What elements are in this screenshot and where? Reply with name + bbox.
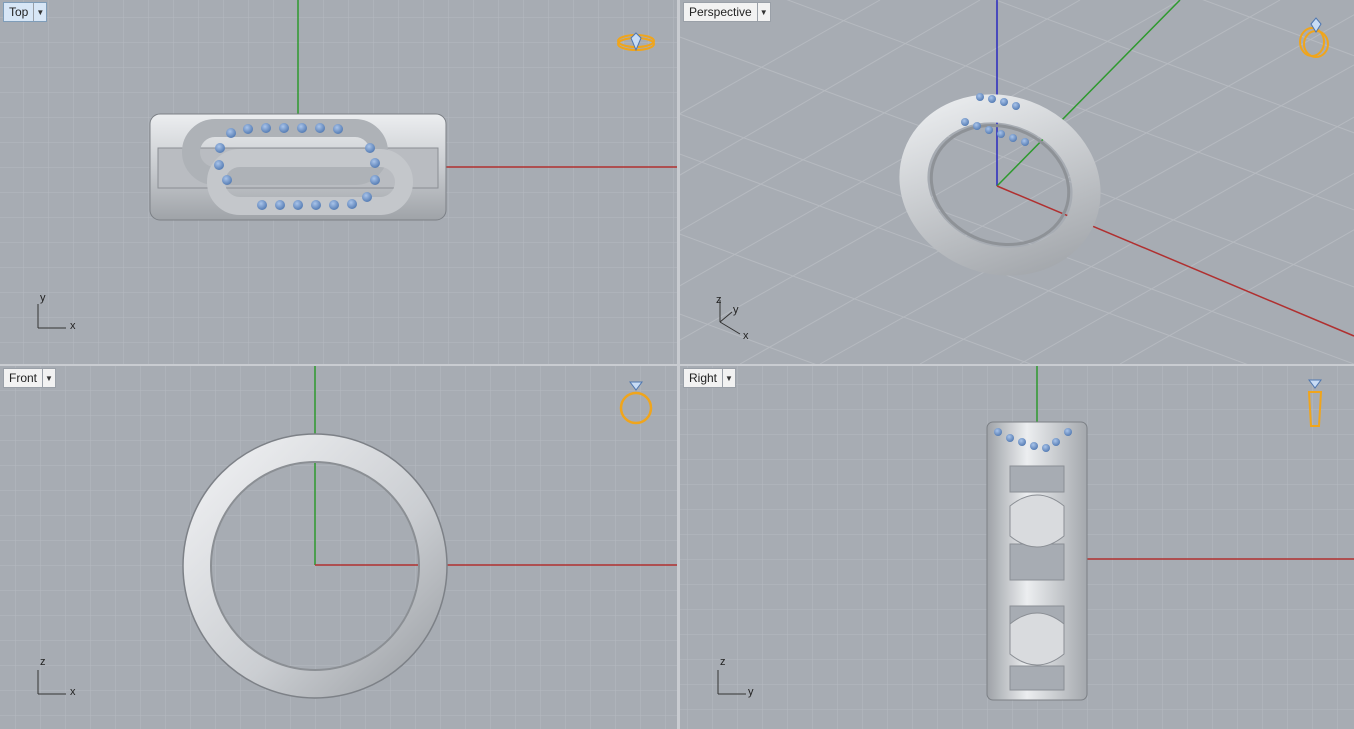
viewport-tab-top[interactable]: Top ▼	[3, 2, 48, 22]
viewport-title: Right	[689, 371, 718, 385]
viewport-right-canvas[interactable]	[680, 366, 1354, 729]
viewport-front-canvas[interactable]	[0, 366, 677, 729]
viewport-top-canvas[interactable]	[0, 0, 677, 364]
viewport-tab-front[interactable]: Front ▼	[3, 368, 57, 388]
axis-label-v: z	[720, 656, 726, 668]
axis-label-z: z	[716, 294, 722, 306]
viewport-tab-right[interactable]: Right ▼	[683, 368, 737, 388]
chevron-down-icon[interactable]: ▼	[33, 3, 46, 21]
viewport-title: Top	[9, 5, 29, 19]
viewport-perspective[interactable]: Perspective ▼ x y z	[680, 0, 1354, 364]
axis-label-v: y	[40, 292, 46, 304]
viewport-top[interactable]: Top ▼ x y	[0, 0, 677, 364]
ring-model-right[interactable]	[986, 421, 1088, 701]
ring-model-top[interactable]	[149, 113, 447, 221]
axis-label-h: x	[743, 330, 749, 342]
chevron-down-icon[interactable]: ▼	[756, 3, 770, 21]
viewport-perspective-canvas[interactable]	[680, 0, 1354, 364]
viewport-title: Front	[9, 371, 38, 385]
viewport-right[interactable]: Right ▼ y z	[680, 366, 1354, 729]
axis-label-h: y	[748, 686, 754, 698]
ring-top-view-icon[interactable]	[614, 30, 658, 56]
chevron-down-icon[interactable]: ▼	[42, 369, 55, 387]
viewport-title: Perspective	[689, 5, 752, 19]
axis-label-v: z	[40, 656, 46, 668]
chevron-down-icon[interactable]: ▼	[722, 369, 735, 387]
axis-label-v: y	[733, 304, 739, 316]
axis-label-h: x	[70, 320, 76, 332]
ring-front-view-icon[interactable]	[616, 376, 656, 428]
ring-perspective-icon[interactable]	[1294, 14, 1334, 60]
axis-label-h: x	[70, 686, 76, 698]
viewport-tab-perspective[interactable]: Perspective ▼	[683, 2, 771, 22]
viewport-front[interactable]: Front ▼ x z	[0, 366, 677, 729]
ring-side-view-icon[interactable]	[1300, 376, 1330, 430]
